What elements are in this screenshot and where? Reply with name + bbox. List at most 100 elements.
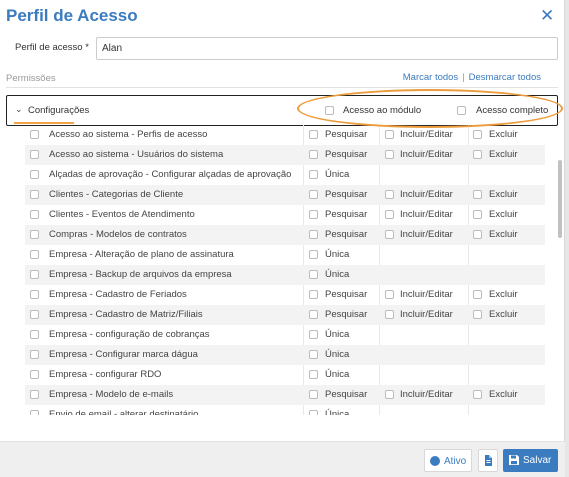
permission-row-checkbox[interactable]: [30, 170, 39, 179]
permission-row: Alçadas de aprovação - Configurar alçada…: [25, 165, 545, 185]
modal-title: Perfil de Acesso: [6, 6, 138, 25]
backdrop-strip: [565, 0, 569, 477]
permission-row: Envio de email - alterar destinatário Úni…: [25, 405, 545, 415]
close-icon[interactable]: ✕: [540, 7, 554, 24]
permission-name: Empresa - Backup de arquivos da empresa: [49, 269, 232, 280]
permission-row: Clientes - Eventos de Atendimento Pesquis…: [25, 205, 545, 225]
search-permission-label: Pesquisar: [325, 189, 368, 200]
single-permission-checkbox[interactable]: [309, 250, 318, 259]
permission-row-checkbox[interactable]: [30, 150, 39, 159]
bulk-select-links: Marcar todos | Desmarcar todos: [403, 72, 541, 83]
save-button-label: Salvar: [523, 455, 552, 466]
single-permission-label: Única: [325, 169, 350, 180]
search-permission-checkbox[interactable]: [309, 130, 318, 139]
permission-row-checkbox[interactable]: [30, 130, 39, 139]
permission-row-checkbox[interactable]: [30, 350, 39, 359]
search-permission-label: Pesquisar: [325, 289, 368, 300]
edit-permission-checkbox[interactable]: [385, 230, 394, 239]
profile-name-input[interactable]: [96, 37, 558, 60]
search-permission-label: Pesquisar: [325, 129, 368, 140]
single-permission-checkbox[interactable]: [309, 170, 318, 179]
delete-permission-label: Excluir: [489, 189, 518, 200]
single-permission-label: Única: [325, 329, 350, 340]
module-access-checkbox[interactable]: [325, 106, 334, 115]
permission-row-checkbox[interactable]: [30, 370, 39, 379]
group-underline: [14, 122, 74, 124]
permission-name: Acesso ao sistema - Usuários do sistema: [49, 149, 224, 160]
edit-permission-checkbox[interactable]: [385, 310, 394, 319]
delete-permission-checkbox[interactable]: [473, 290, 482, 299]
chevron-down-icon[interactable]: ⌄: [15, 104, 23, 115]
search-permission-checkbox[interactable]: [309, 190, 318, 199]
permission-row: Empresa - configuração de cobranças Única: [25, 325, 545, 345]
permission-row: Empresa - Cadastro de Feriados Pesquisar I…: [25, 285, 545, 305]
permission-row-checkbox[interactable]: [30, 410, 39, 415]
search-permission-checkbox[interactable]: [309, 290, 318, 299]
edit-permission-checkbox[interactable]: [385, 190, 394, 199]
edit-permission-checkbox[interactable]: [385, 390, 394, 399]
save-button[interactable]: Salvar: [503, 449, 558, 472]
document-button[interactable]: [478, 449, 498, 472]
delete-permission-checkbox[interactable]: [473, 230, 482, 239]
single-permission-checkbox[interactable]: [309, 350, 318, 359]
permission-row: Clientes - Categorias de Cliente Pesquisa…: [25, 185, 545, 205]
permission-list: Acesso ao sistema - Perfis de acesso Pesq…: [25, 125, 555, 415]
permission-row-checkbox[interactable]: [30, 290, 39, 299]
single-permission-checkbox[interactable]: [309, 370, 318, 379]
permission-row-checkbox[interactable]: [30, 310, 39, 319]
edit-permission-label: Incluir/Editar: [400, 209, 453, 220]
single-permission-label: Única: [325, 269, 350, 280]
permission-name: Empresa - configuração de cobranças: [49, 329, 210, 340]
delete-permission-label: Excluir: [489, 389, 518, 400]
permission-row-checkbox[interactable]: [30, 390, 39, 399]
unmark-all-link[interactable]: Desmarcar todos: [469, 72, 541, 83]
edit-permission-checkbox[interactable]: [385, 150, 394, 159]
search-permission-label: Pesquisar: [325, 209, 368, 220]
edit-permission-label: Incluir/Editar: [400, 289, 453, 300]
edit-permission-label: Incluir/Editar: [400, 189, 453, 200]
edit-permission-checkbox[interactable]: [385, 290, 394, 299]
delete-permission-checkbox[interactable]: [473, 150, 482, 159]
edit-permission-checkbox[interactable]: [385, 130, 394, 139]
delete-permission-checkbox[interactable]: [473, 390, 482, 399]
permission-group-header[interactable]: ⌄ Configurações Acesso ao módulo Acesso …: [6, 95, 558, 126]
search-permission-label: Pesquisar: [325, 149, 368, 160]
permission-row-checkbox[interactable]: [30, 250, 39, 259]
search-permission-checkbox[interactable]: [309, 150, 318, 159]
permission-name: Empresa - Cadastro de Matriz/Filiais: [49, 309, 203, 320]
profile-field-label: Perfil de acesso *: [15, 42, 89, 53]
scrollbar-thumb[interactable]: [558, 160, 562, 238]
permission-row-checkbox[interactable]: [30, 330, 39, 339]
edit-permission-label: Incluir/Editar: [400, 309, 453, 320]
mark-all-link[interactable]: Marcar todos: [403, 72, 458, 83]
edit-permission-checkbox[interactable]: [385, 210, 394, 219]
search-permission-checkbox[interactable]: [309, 210, 318, 219]
delete-permission-checkbox[interactable]: [473, 130, 482, 139]
single-permission-checkbox[interactable]: [309, 410, 318, 415]
access-profile-modal: Perfil de Acesso ✕ Perfil de acesso * Pe…: [0, 0, 565, 477]
permission-row-checkbox[interactable]: [30, 190, 39, 199]
permission-row: Acesso ao sistema - Perfis de acesso Pesq…: [25, 125, 545, 145]
edit-permission-label: Incluir/Editar: [400, 389, 453, 400]
search-permission-checkbox[interactable]: [309, 310, 318, 319]
full-access-checkbox[interactable]: [457, 106, 466, 115]
single-permission-checkbox[interactable]: [309, 270, 318, 279]
single-permission-checkbox[interactable]: [309, 330, 318, 339]
permission-name: Clientes - Categorias de Cliente: [49, 189, 184, 200]
permission-row-checkbox[interactable]: [30, 270, 39, 279]
search-permission-checkbox[interactable]: [309, 390, 318, 399]
delete-permission-checkbox[interactable]: [473, 210, 482, 219]
delete-permission-label: Excluir: [489, 229, 518, 240]
permission-row: Compras - Modelos de contratos Pesquisar I…: [25, 225, 545, 245]
active-toggle-label: Ativo: [444, 456, 467, 467]
divider: [6, 87, 558, 88]
delete-permission-checkbox[interactable]: [473, 310, 482, 319]
permission-name: Alçadas de aprovação - Configurar alçada…: [49, 169, 292, 180]
search-permission-checkbox[interactable]: [309, 230, 318, 239]
permission-row: Empresa - Cadastro de Matriz/Filiais Pesq…: [25, 305, 545, 325]
active-toggle-button[interactable]: Ativo: [424, 449, 472, 472]
delete-permission-checkbox[interactable]: [473, 190, 482, 199]
permission-row-checkbox[interactable]: [30, 210, 39, 219]
module-access-label: Acesso ao módulo: [343, 105, 422, 116]
permission-row-checkbox[interactable]: [30, 230, 39, 239]
